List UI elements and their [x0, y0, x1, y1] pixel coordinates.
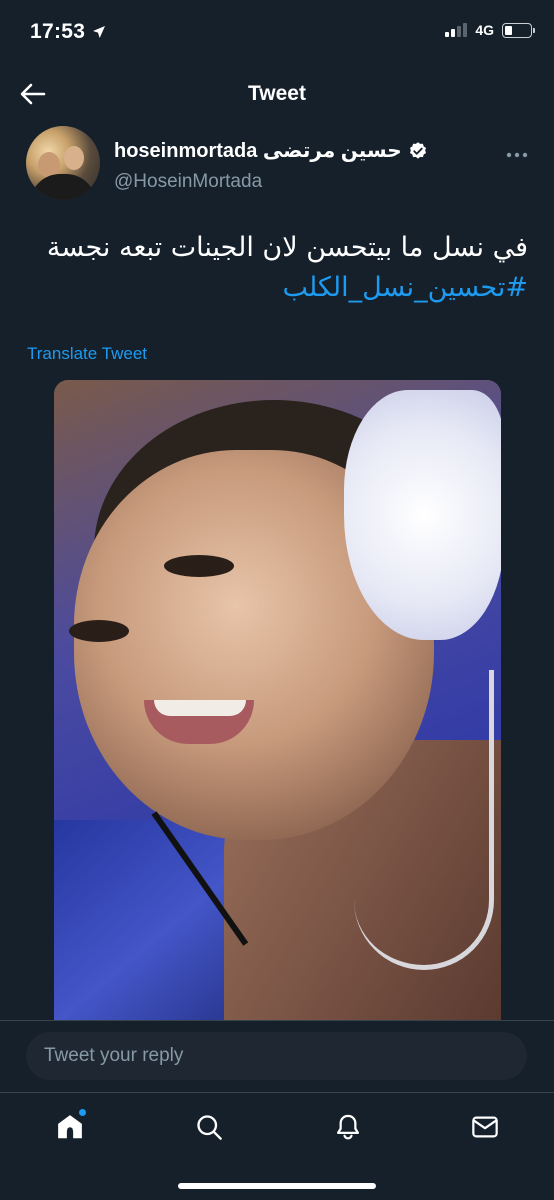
network-type-label: 4G	[475, 22, 494, 38]
more-options-button[interactable]	[506, 142, 528, 163]
tweet-body: في نسل ما بيتحسن لان الجينات تبعه نجسة #…	[26, 228, 528, 308]
status-indicators: 4G	[445, 22, 535, 38]
author-name[interactable]: hoseinmortada حسين مرتضى	[114, 138, 402, 163]
location-arrow-icon	[93, 26, 106, 38]
tweet-photo[interactable]	[54, 380, 501, 1020]
home-indicator[interactable]	[178, 1183, 376, 1189]
reply-bar	[0, 1020, 554, 1092]
translate-tweet-link[interactable]: Translate Tweet	[27, 344, 147, 364]
search-icon	[197, 1115, 222, 1140]
avatar[interactable]	[26, 126, 100, 200]
hashtag-link[interactable]: #تحسين_نسل_الكلب	[26, 268, 529, 308]
reply-input[interactable]	[26, 1032, 527, 1080]
page-title: Tweet	[248, 82, 306, 105]
verified-badge-icon	[409, 141, 426, 159]
tab-home[interactable]	[50, 1107, 90, 1147]
top-navigation-bar: Tweet	[0, 66, 554, 122]
notification-dot	[79, 1109, 86, 1116]
author-handle[interactable]: @HoseinMortada	[114, 171, 428, 193]
tweet-author: hoseinmortada حسين مرتضى @HoseinMortada	[26, 126, 534, 202]
tab-notifications[interactable]	[328, 1107, 368, 1147]
cellular-signal-icon	[445, 23, 468, 37]
battery-low-icon	[502, 22, 535, 38]
tab-messages[interactable]	[465, 1107, 505, 1147]
author-info: hoseinmortada حسين مرتضى @HoseinMortada	[114, 138, 428, 193]
status-time: 17:53	[30, 20, 107, 44]
mail-icon	[472, 1116, 498, 1138]
tweet-text: في نسل ما بيتحسن لان الجينات تبعه نجسة	[46, 232, 528, 263]
tab-search[interactable]	[189, 1107, 229, 1147]
more-horizontal-icon	[506, 152, 528, 158]
home-icon	[58, 1115, 82, 1139]
bell-icon	[336, 1114, 360, 1140]
status-bar: 17:53 4G	[0, 0, 554, 66]
status-time-label: 17:53	[30, 20, 86, 43]
author-name-row[interactable]: hoseinmortada حسين مرتضى	[114, 138, 428, 163]
